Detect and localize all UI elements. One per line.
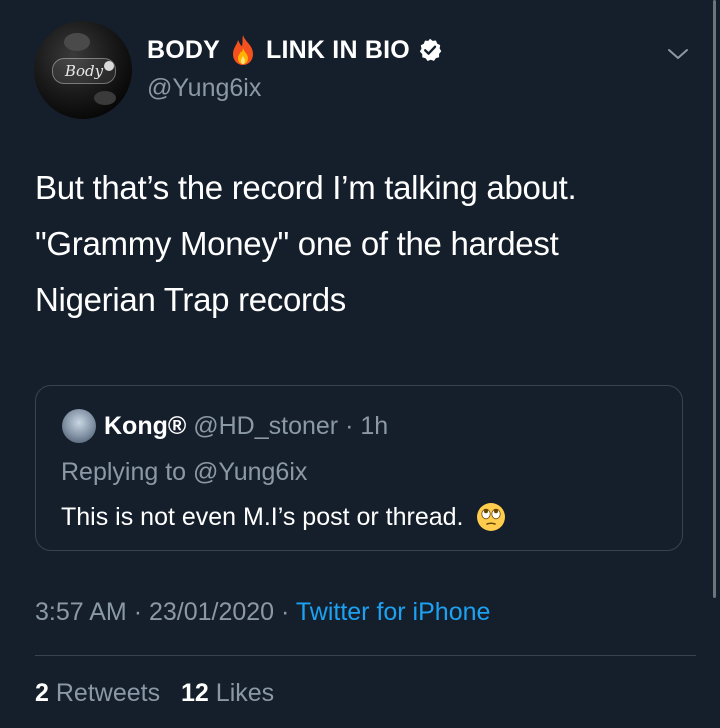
separator-dot: ·	[345, 412, 361, 440]
quoted-author-avatar	[62, 409, 96, 443]
retweets-stat[interactable]: 2 Retweets	[35, 679, 160, 707]
tweet-time[interactable]: 3:57 AM	[35, 598, 127, 626]
chevron-down-icon[interactable]	[666, 44, 690, 64]
tweet-date[interactable]: 23/01/2020	[149, 598, 274, 626]
tweet-text-line: Nigerian Trap records	[35, 281, 347, 318]
divider	[35, 655, 696, 656]
quoted-tweet-age: 1h	[360, 412, 389, 440]
display-name-part2: LINK IN BIO	[266, 35, 410, 64]
tweet-text-line: "Grammy Money" one of the hardest	[35, 225, 559, 262]
quoted-tweet-text: This is not even M.I’s post or thread.	[61, 502, 506, 532]
separator-dot: ·	[281, 598, 296, 626]
tweet-source-link[interactable]: Twitter for iPhone	[296, 598, 491, 626]
avatar-decoration	[94, 91, 116, 105]
replying-to-prefix: Replying to	[61, 458, 187, 486]
tweet-text-line: But that’s the record I’m talking about.	[35, 169, 577, 206]
quoted-text-body: This is not even M.I’s post or thread.	[61, 502, 464, 531]
author-handle[interactable]: @Yung6ix	[147, 74, 261, 103]
quoted-author-name: Kong®	[104, 412, 187, 440]
likes-count: 12	[181, 679, 209, 707]
tweet-text: But that’s the record I’m talking about.…	[35, 160, 675, 328]
likes-stat[interactable]: 12 Likes	[181, 679, 274, 707]
quoted-tweet[interactable]: Kong® @HD_stoner · 1h Replying to @Yung6…	[35, 385, 683, 551]
quoted-author-handle: @HD_stoner	[193, 412, 339, 440]
avatar-decoration	[64, 33, 90, 51]
quoted-tweet-header: Kong® @HD_stoner · 1h	[104, 412, 388, 441]
verified-badge-icon	[419, 38, 442, 61]
author-display-name[interactable]: BODY LINK IN BIO	[147, 34, 442, 66]
replying-to-line: Replying to @Yung6ix	[61, 458, 307, 487]
retweets-label: Retweets	[55, 679, 161, 707]
tweet-detail: Body BODY LINK IN BIO @Yung6ix But that’…	[0, 0, 720, 728]
separator-dot: ·	[133, 598, 149, 626]
retweets-count: 2	[35, 679, 49, 707]
scrollbar[interactable]	[713, 0, 716, 598]
fire-emoji-icon	[233, 35, 254, 65]
face-with-rolling-eyes-emoji-icon	[476, 503, 505, 531]
likes-label: Likes	[215, 679, 275, 707]
display-name-part1: BODY	[147, 35, 221, 64]
engagement-stats: 2 Retweets 12 Likes	[35, 679, 274, 708]
author-avatar[interactable]: Body	[34, 21, 132, 119]
replying-to-handle: @Yung6ix	[193, 458, 308, 486]
avatar-flower	[104, 61, 114, 71]
tweet-timestamp: 3:57 AM · 23/01/2020 · Twitter for iPhon…	[35, 598, 490, 627]
